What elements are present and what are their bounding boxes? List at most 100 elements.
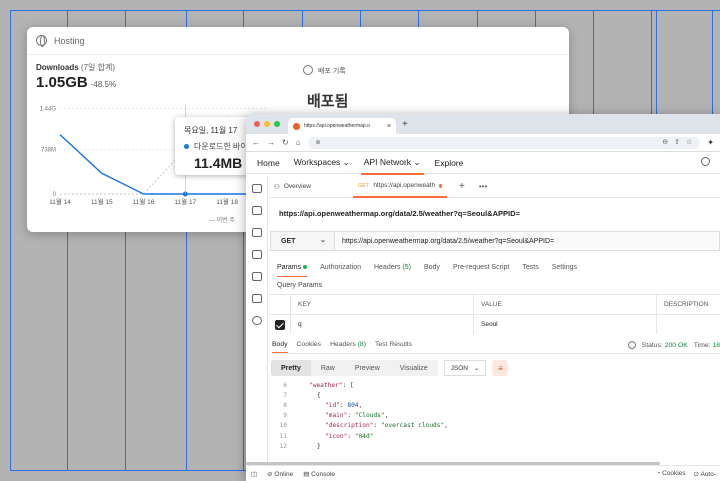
maximize-window-button[interactable] bbox=[274, 121, 280, 127]
reload-icon[interactable]: ↻ bbox=[282, 138, 289, 147]
globe-icon[interactable] bbox=[627, 341, 636, 349]
hosting-title: Hosting bbox=[54, 35, 85, 46]
zoom-icon[interactable]: ⊖ bbox=[662, 138, 668, 146]
auto-select-button[interactable]: ⊙ Auto- bbox=[694, 470, 716, 478]
online-status[interactable]: ⊘ Online bbox=[267, 470, 293, 478]
omnibox[interactable]: ⊕ ⊖ ⇧ ☆ bbox=[307, 136, 701, 149]
console-label: Console bbox=[311, 470, 336, 478]
more-tabs-button[interactable]: ••• bbox=[479, 182, 487, 191]
language-select[interactable]: JSON ⌄ bbox=[443, 360, 487, 376]
status-value: 200 OK bbox=[664, 341, 688, 349]
tab-params[interactable]: Params bbox=[277, 264, 308, 277]
col-description: DESCRIPTION bbox=[664, 301, 709, 308]
extensions-icon[interactable]: ✦ bbox=[707, 138, 720, 147]
nav-home[interactable]: Home bbox=[257, 158, 280, 168]
tab-tests[interactable]: Tests bbox=[522, 264, 538, 271]
close-tab-icon[interactable]: × bbox=[387, 123, 391, 130]
downloads-change: -48.5% bbox=[90, 80, 117, 89]
table-row: q Seoul bbox=[269, 314, 720, 334]
tab-overview[interactable]: ⚇ Overview bbox=[269, 176, 353, 198]
postman-favicon bbox=[293, 122, 300, 130]
home-icon[interactable]: ⌂ bbox=[296, 138, 301, 147]
response-body-code[interactable]: 6 "weather": [7{8 "id": 804, 9 "main": "Clou… bbox=[269, 380, 720, 451]
tab-headers[interactable]: Headers (5) bbox=[374, 264, 411, 271]
browser-tab-title: https://api.openweathermap.o bbox=[304, 123, 370, 129]
tab-prerequest-script[interactable]: Pre-request Script bbox=[453, 264, 509, 271]
code-line: 9 "main": "Clouds", bbox=[269, 411, 720, 421]
line-number: 8 bbox=[283, 401, 287, 409]
overview-icon: ⚇ bbox=[274, 183, 280, 191]
code-text: "icon": "04d" bbox=[325, 432, 374, 440]
time-value: 18 bbox=[712, 341, 720, 349]
site-info-icon[interactable]: ⊕ bbox=[316, 139, 321, 146]
params-table-header: KEY VALUE DESCRIPTION bbox=[269, 294, 720, 314]
globe-icon bbox=[36, 35, 47, 47]
new-tab-button[interactable]: + bbox=[402, 119, 408, 130]
param-key[interactable]: q bbox=[291, 315, 474, 334]
param-value[interactable]: Seoul bbox=[474, 315, 657, 334]
format-raw[interactable]: Raw bbox=[310, 360, 345, 376]
history-icon[interactable] bbox=[252, 316, 262, 325]
url-input[interactable]: https://api.openweathermap.org/data/2.5/… bbox=[335, 231, 720, 251]
tab-authorization[interactable]: Authorization bbox=[320, 264, 361, 271]
environments-icon[interactable] bbox=[252, 228, 262, 237]
search-icon[interactable] bbox=[701, 157, 710, 166]
flows-icon[interactable] bbox=[252, 294, 262, 303]
back-icon[interactable]: ← bbox=[252, 138, 260, 147]
resp-tab-body[interactable]: Body bbox=[272, 341, 288, 353]
time-label-text: Time: bbox=[693, 341, 711, 349]
nav-workspaces-label: Workspaces bbox=[293, 157, 341, 167]
code-text: "weather": [ bbox=[309, 381, 354, 389]
line-number: 11 bbox=[279, 432, 287, 440]
method-select[interactable]: GET ⌄ bbox=[270, 231, 335, 251]
chevron-down-icon: ⌄ bbox=[413, 157, 421, 167]
close-window-button[interactable] bbox=[254, 121, 260, 127]
sidebar-toggle-icon[interactable]: ◫ bbox=[251, 470, 257, 478]
forward-icon[interactable]: → bbox=[267, 138, 275, 147]
tab-request[interactable]: GET https://api.openweath bbox=[353, 176, 447, 198]
resp-tab-headers[interactable]: Headers (8) bbox=[330, 341, 366, 348]
bookmark-star-icon[interactable]: ☆ bbox=[686, 138, 692, 146]
grid-line bbox=[10, 10, 720, 11]
tab-request-method: GET bbox=[358, 182, 370, 189]
response-tabs: Body Cookies Headers (8) Test Results St… bbox=[272, 336, 720, 354]
cookies-button[interactable]: ◔ Cookies bbox=[656, 470, 685, 477]
omnibox-icons: ⊖ ⇧ ☆ bbox=[662, 138, 692, 146]
format-visualize[interactable]: Visualize bbox=[389, 360, 438, 376]
resp-tab-cookies[interactable]: Cookies bbox=[297, 341, 322, 348]
online-label: Online bbox=[274, 470, 294, 478]
tab-request-url: https://api.openweath bbox=[373, 182, 436, 189]
add-tab-button[interactable]: + bbox=[459, 181, 465, 192]
format-preview[interactable]: Preview bbox=[344, 360, 390, 376]
format-bar: Pretty Raw Preview Visualize JSON ⌄ ≡ bbox=[271, 359, 509, 377]
tab-settings[interactable]: Settings bbox=[552, 264, 577, 271]
code-text: { bbox=[317, 391, 321, 399]
monitors-icon[interactable] bbox=[252, 272, 262, 281]
share-icon[interactable]: ⇧ bbox=[674, 138, 680, 146]
tab-body[interactable]: Body bbox=[424, 264, 440, 271]
nav-api-network[interactable]: API Network ⌄ bbox=[360, 157, 424, 175]
format-pretty[interactable]: Pretty bbox=[271, 360, 311, 376]
console-button[interactable]: ▤ Console bbox=[303, 470, 335, 478]
browser-tab[interactable]: https://api.openweathermap.o × bbox=[288, 118, 396, 134]
nav-explore[interactable]: Explore bbox=[435, 158, 464, 168]
code-line: 11 "icon": "04d" bbox=[269, 431, 720, 441]
x-tick-label: 11월 16 bbox=[133, 197, 155, 206]
code-text: } bbox=[317, 442, 321, 450]
footer-right: ◔ Cookies ⊙ Auto- bbox=[656, 466, 716, 481]
nav-workspaces[interactable]: Workspaces ⌄ bbox=[294, 157, 350, 168]
auto-label: Auto- bbox=[700, 470, 716, 478]
collections-icon[interactable] bbox=[252, 184, 262, 193]
json-value: "04d" bbox=[354, 432, 374, 440]
wrap-lines-icon[interactable]: ≡ bbox=[492, 360, 509, 376]
minimize-window-button[interactable] bbox=[264, 121, 270, 127]
mock-servers-icon[interactable] bbox=[252, 250, 262, 259]
param-checkbox[interactable] bbox=[275, 319, 285, 330]
downloads-value: 1.05GB bbox=[36, 74, 88, 91]
apis-icon[interactable] bbox=[252, 206, 262, 215]
x-tick-label: 11월 18 bbox=[216, 197, 238, 206]
param-description[interactable] bbox=[657, 315, 720, 334]
resp-tab-test-results[interactable]: Test Results bbox=[375, 341, 412, 348]
json-key: "main" bbox=[325, 412, 348, 420]
url-row: GET ⌄ https://api.openweathermap.org/dat… bbox=[269, 231, 720, 251]
